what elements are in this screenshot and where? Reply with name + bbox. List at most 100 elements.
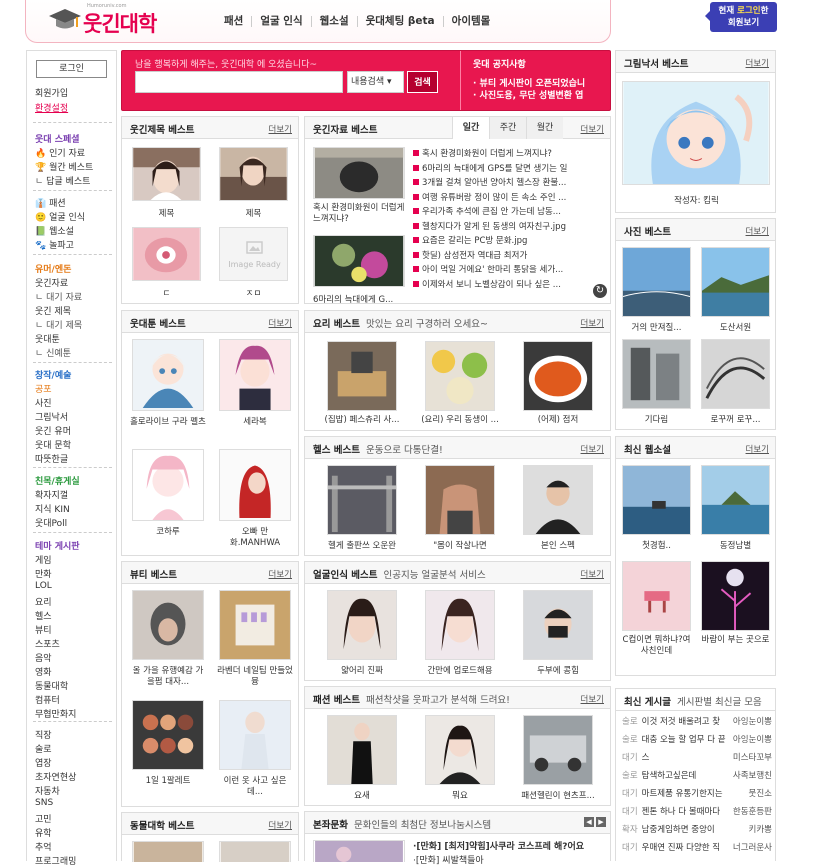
thumb[interactable] bbox=[132, 147, 201, 201]
nav-theme-7[interactable]: 음악 bbox=[35, 651, 52, 664]
thumb[interactable] bbox=[425, 590, 495, 660]
caption[interactable]: 두부에 콩힘 bbox=[511, 666, 605, 677]
nav-nolpago[interactable]: 🐾 놀파고 bbox=[35, 238, 74, 251]
nav-fashion-side[interactable]: 👔 패션 bbox=[35, 196, 66, 209]
site-logo[interactable]: Humoruniv.com 웃긴대학 bbox=[43, 2, 173, 38]
notice-title[interactable]: 웃대 공지사항 bbox=[473, 57, 610, 70]
caption[interactable]: 제목 bbox=[132, 209, 201, 220]
nav-photo[interactable]: 사진 bbox=[35, 396, 52, 409]
caption[interactable]: (집밥) 페스츄리 사... bbox=[315, 415, 409, 426]
more-link[interactable]: 더보기 bbox=[581, 123, 604, 135]
nav-chat[interactable]: 웃대체팅 βeta bbox=[356, 16, 443, 27]
thumb[interactable] bbox=[327, 715, 397, 785]
caption[interactable]: C컵이면 뭐하냐?여사친인데 bbox=[620, 635, 693, 657]
sec-humor-title[interactable]: 유머/엔돈 bbox=[35, 262, 71, 275]
box-title[interactable]: 동물대학 베스트 bbox=[130, 818, 195, 832]
nav-theme2-5[interactable]: SNS bbox=[35, 798, 53, 808]
login-button[interactable]: 로그인 bbox=[36, 60, 107, 78]
thumb[interactable] bbox=[622, 465, 691, 535]
nav-horror[interactable]: 공포 bbox=[35, 382, 52, 395]
thumb[interactable] bbox=[425, 341, 495, 411]
nav-poll[interactable]: 웃대Poll bbox=[35, 516, 67, 529]
thumb[interactable] bbox=[523, 465, 593, 535]
thumb[interactable] bbox=[327, 465, 397, 535]
caption[interactable]: 본인 스펙 bbox=[511, 541, 605, 552]
caption[interactable]: "몸이 작살나면 bbox=[413, 541, 507, 552]
box-title-text[interactable]: 본좌문화 bbox=[313, 820, 348, 831]
tab-monthly[interactable]: 월간 bbox=[526, 117, 563, 139]
recent-post-author[interactable]: 뭇진소 bbox=[745, 787, 772, 799]
box-title-text[interactable]: 얼굴인식 베스트 bbox=[313, 570, 378, 581]
thumb[interactable] bbox=[219, 339, 291, 411]
more-link[interactable]: 더보기 bbox=[746, 57, 769, 69]
headline-item[interactable]: 헬창지다가 알게 된 동생의 여자친구.jpg bbox=[413, 220, 589, 232]
recent-post-row[interactable]: 대기 젠톤 하나 다 볼때마다 한동훈등판 bbox=[622, 805, 772, 817]
box-title[interactable]: 웃대툰 베스트 bbox=[130, 316, 186, 330]
caption[interactable]: 바람이 부는 곳으로 bbox=[699, 635, 772, 646]
box-title[interactable]: 최신 웹소설 bbox=[624, 442, 671, 456]
recent-post-row[interactable]: 확자 남중게임하면 중앙이 키카뽕 bbox=[622, 823, 772, 835]
nav-face[interactable]: 얼굴 인식 bbox=[251, 16, 310, 27]
nav-face-side[interactable]: 🙂 얼굴 인식 bbox=[35, 210, 85, 223]
caption[interactable]: 동정남별 bbox=[701, 541, 770, 552]
thumb[interactable] bbox=[701, 561, 770, 631]
more-link[interactable]: 더보기 bbox=[269, 317, 292, 329]
search-type-select[interactable]: 내용검색 ▾ bbox=[347, 71, 404, 93]
recent-post-author[interactable]: 너그러운사 bbox=[729, 841, 772, 853]
thumb[interactable] bbox=[219, 147, 288, 201]
caption[interactable]: 세라복 bbox=[217, 417, 293, 428]
nav-monthly[interactable]: 🏆 월간 베스트 bbox=[35, 160, 93, 173]
nav-theme-8[interactable]: 영화 bbox=[35, 665, 52, 678]
sec-lounge-title[interactable]: 친목/휴게실 bbox=[35, 474, 80, 487]
caption[interactable]: (요리) 우리 동생이 ... bbox=[413, 415, 507, 426]
recent-post-author[interactable]: 한동훈등판 bbox=[729, 805, 772, 817]
recent-post-row[interactable]: 대기 우매연 진짜 다양한 직 너그러운사 bbox=[622, 841, 772, 853]
more-link[interactable]: 더보기 bbox=[269, 819, 292, 831]
nav-chatter[interactable]: 확자지껄 bbox=[35, 488, 68, 501]
box-title-text[interactable]: 최신 게시글 bbox=[624, 697, 671, 708]
nav-theme2-2[interactable]: 엽장 bbox=[35, 756, 52, 769]
nav-theme2-7[interactable]: 유학 bbox=[35, 826, 52, 839]
recent-post-author[interactable]: 아잉눈이뽕 bbox=[729, 715, 772, 727]
search-input[interactable] bbox=[135, 71, 343, 93]
caption[interactable]: 홀로라이브 구라 펠츠 bbox=[130, 417, 206, 428]
thumb[interactable] bbox=[132, 449, 204, 521]
recent-post-title[interactable]: 이것 저것 배울려고 찾 bbox=[642, 717, 721, 727]
caption[interactable]: 제목 bbox=[219, 209, 288, 220]
nav-theme2-6[interactable]: 고민 bbox=[35, 812, 52, 825]
thumb[interactable] bbox=[313, 235, 405, 287]
more-link[interactable]: 더보기 bbox=[269, 123, 292, 135]
notice-item[interactable]: · 사진도용, 무단 성별변환 엽 bbox=[473, 90, 610, 102]
headline-item[interactable]: 혹시 환경미화원이 더럽게 느껴지냐? bbox=[413, 147, 589, 159]
recent-post-author[interactable]: 사족보행친 bbox=[729, 769, 772, 781]
caption[interactable]: 로꾸꺼 로꾸... bbox=[701, 415, 770, 426]
caption[interactable]: 첫경험.. bbox=[622, 541, 691, 552]
thumb[interactable] bbox=[327, 590, 397, 660]
box-title[interactable]: 그림낙서 베스트 bbox=[624, 56, 689, 70]
nav-humor[interactable]: 웃긴 유머 bbox=[35, 424, 71, 437]
thumb[interactable] bbox=[219, 841, 291, 862]
thumb[interactable] bbox=[313, 147, 405, 199]
online-members-button[interactable]: 현재 로그인한 회원보기 bbox=[705, 2, 777, 32]
search-button[interactable]: 검색 bbox=[407, 71, 438, 93]
tab-daily[interactable]: 일간 bbox=[452, 117, 489, 139]
image-ready-placeholder[interactable]: Image Ready bbox=[219, 227, 288, 281]
nav-webnovel-side[interactable]: 📗 웹소설 bbox=[35, 224, 74, 237]
headline-item[interactable]: 핫딜) 삼성전자 역대급 최저가 bbox=[413, 249, 589, 261]
nav-theme2-3[interactable]: 초자연현상 bbox=[35, 770, 76, 783]
caption[interactable]: 헬게 출판쓰 오운완 bbox=[315, 541, 409, 552]
nav-theme-3[interactable]: 요리 bbox=[35, 595, 52, 608]
box-title-text[interactable]: 패션 베스트 bbox=[313, 695, 360, 706]
more-link[interactable]: 더보기 bbox=[581, 693, 604, 705]
sec-special-title[interactable]: 웃대 스페셜 bbox=[35, 132, 80, 145]
recent-post-title[interactable]: 남중게임하면 중앙이 bbox=[642, 825, 715, 835]
thumb[interactable] bbox=[219, 700, 291, 770]
more-link[interactable]: 더보기 bbox=[746, 225, 769, 237]
more-link[interactable]: 더보기 bbox=[581, 317, 604, 329]
caption[interactable]: 패션헬린이 현츠프... bbox=[511, 791, 605, 802]
thumb[interactable] bbox=[132, 700, 204, 770]
nav-drawing[interactable]: 그림낙서 bbox=[35, 410, 68, 423]
caption[interactable]: 요새 bbox=[315, 791, 409, 802]
nav-webnovel[interactable]: 웹소설 bbox=[310, 16, 357, 27]
headline-item[interactable]: 3개월 걸쳐 알아낸 양아치 헬스장 환불... bbox=[413, 176, 589, 188]
